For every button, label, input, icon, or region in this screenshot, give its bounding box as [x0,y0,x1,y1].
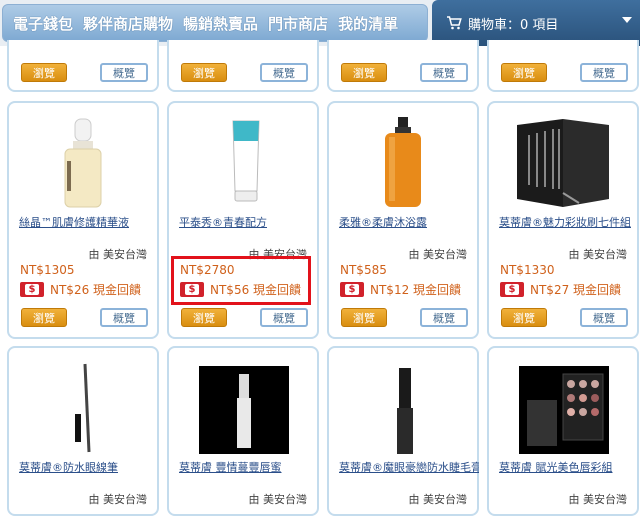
browse-button[interactable]: 瀏覽 [181,63,227,82]
main-nav: 電子錢包 夥伴商店購物 暢銷熱賣品 門市商店 我的清單 [2,4,428,42]
price: NT$1330 [500,263,555,277]
chevron-down-icon[interactable] [622,17,632,23]
cashback-row: $ NT$27 現金回饋 [500,281,621,298]
product-name-link[interactable]: 莫蒂膚®魅力彩妝刷七件組 [499,214,639,230]
browse-button[interactable]: 瀏覽 [341,63,387,82]
product-image-lip-palette[interactable] [489,360,637,456]
product-name-link[interactable]: 莫蒂膚®防水眼線筆 [19,459,159,475]
product-image-bottle[interactable] [329,115,477,211]
product-card: 柔雅®柔膚沐浴露 由 美安台灣 NT$585 $ NT$12 現金回饋 瀏覽 概… [327,101,479,339]
view-button[interactable]: 概覽 [100,63,148,82]
vendor-label: 由 美安台灣 [568,248,628,261]
browse-button[interactable]: 瀏覽 [341,308,387,327]
product-name-link[interactable]: 莫蒂膚®魔眼豪戀防水睫毛膏 [339,459,479,475]
product-image-mascara[interactable] [329,360,477,456]
product-card: 莫蒂膚®魅力彩妝刷七件組 由 美安台灣 NT$1330 $ NT$27 現金回饋… [487,101,639,339]
view-button[interactable]: 概覽 [100,308,148,327]
product-card: 莫蒂膚®魔眼豪戀防水睫毛膏 由 美安台灣 [327,346,479,516]
view-button[interactable]: 概覽 [260,308,308,327]
browse-button[interactable]: 瀏覽 [21,308,67,327]
product-card: 絲晶™肌膚修護精華液 由 美安台灣 NT$1305 $ NT$26 現金回饋 瀏… [7,101,159,339]
cashback-text: NT$26 現金回饋 [50,283,142,297]
cashback-row: $ NT$26 現金回饋 [20,281,141,298]
price-highlight-box [171,256,311,305]
product-image-lip-gloss[interactable] [169,360,317,456]
nav-item-my-list[interactable]: 我的清單 [338,13,398,34]
nav-item-ewallet[interactable]: 電子錢包 [13,13,73,34]
nav-item-retail-stores[interactable]: 門市商店 [268,13,328,34]
vendor-label: 由 美安台灣 [408,493,468,506]
product-name-link[interactable]: 莫蒂膚 賦光美色唇彩組 [499,459,639,475]
cashback-row: $ NT$12 現金回饋 [340,281,461,298]
vendor-label: 由 美安台灣 [248,493,308,506]
browse-button[interactable]: 瀏覽 [21,63,67,82]
shopping-cart-icon [447,16,462,30]
vendor-label: 由 美安台灣 [88,248,148,261]
nav-item-partner-stores[interactable]: 夥伴商店購物 [83,13,173,34]
product-card: 莫蒂膚®防水眼線筆 由 美安台灣 [7,346,159,516]
browse-button[interactable]: 瀏覽 [501,63,547,82]
product-image-brush-set[interactable] [489,115,637,211]
product-card: 莫蒂膚 豐情蔓豐唇蜜 由 美安台灣 [167,346,319,516]
product-name-link[interactable]: 莫蒂膚 豐情蔓豐唇蜜 [179,459,319,475]
product-card: 莫蒂膚 賦光美色唇彩組 由 美安台灣 [487,346,639,516]
dollar-icon: $ [340,282,364,297]
dollar-icon: $ [20,282,44,297]
view-button[interactable]: 概覽 [260,63,308,82]
price: NT$585 [340,263,387,277]
browse-button[interactable]: 瀏覽 [181,308,227,327]
vendor-label: 由 美安台灣 [568,493,628,506]
product-card: 瀏覽 概覽 [167,40,319,92]
product-image-tube[interactable] [169,115,317,211]
product-card: 瀏覽 概覽 [7,40,159,92]
vendor-label: 由 美安台灣 [88,493,148,506]
product-name-link[interactable]: 絲晶™肌膚修護精華液 [19,214,159,230]
nav-item-best-sellers[interactable]: 暢銷熱賣品 [183,13,258,34]
vendor-label: 由 美安台灣 [408,248,468,261]
browse-button[interactable]: 瀏覽 [501,308,547,327]
dollar-icon: $ [500,282,524,297]
view-button[interactable]: 概覽 [580,63,628,82]
cart-label: 購物車：0 項目 [468,17,559,33]
view-button[interactable]: 概覽 [580,308,628,327]
product-name-link[interactable]: 平泰秀®青春配方 [179,214,319,230]
product-card: 瀏覽 概覽 [487,40,639,92]
product-card: 瀏覽 概覽 [327,40,479,92]
product-image-serum[interactable] [9,115,157,211]
price: NT$1305 [20,263,75,277]
cashback-text: NT$12 現金回饋 [370,283,462,297]
product-image-eyeliner[interactable] [9,360,157,456]
view-button[interactable]: 概覽 [420,308,468,327]
product-name-link[interactable]: 柔雅®柔膚沐浴露 [339,214,479,230]
cashback-text: NT$27 現金回饋 [530,283,622,297]
view-button[interactable]: 概覽 [420,63,468,82]
